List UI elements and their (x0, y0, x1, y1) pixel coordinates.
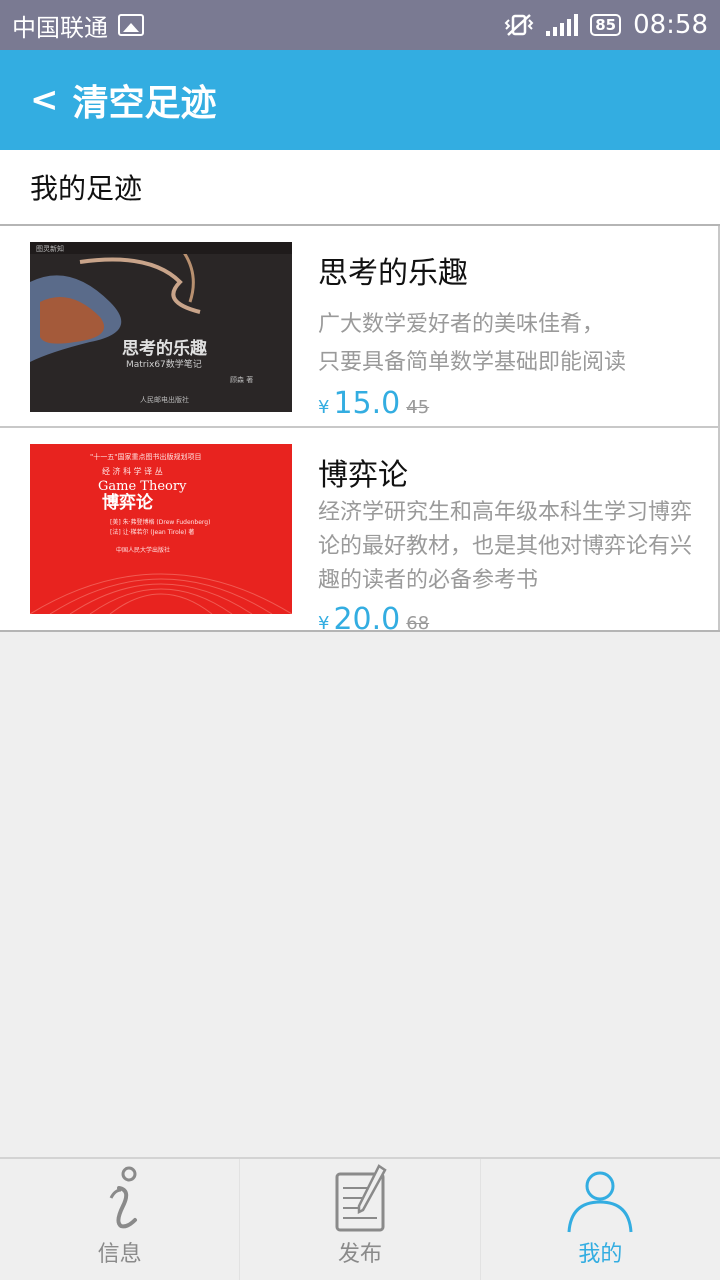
list-item[interactable]: 图灵新知 思考的乐趣 Matrix67数学笔记 顾森 著 人民邮电出版社 思考的… (0, 226, 720, 428)
book-cover-image: "十一五"国家重点图书出版规划项目 经 济 科 学 译 丛 Game Theor… (30, 444, 292, 614)
status-bar: 中国联通 85 08:58 (0, 0, 720, 50)
currency-symbol: ¥ (318, 397, 330, 418)
vibrate-icon (504, 14, 534, 36)
price-row: ¥ 20.0 68 (318, 602, 710, 637)
cover-title: 思考的乐趣 (122, 338, 208, 359)
bottom-tab-bar: 信息 发布 我的 (0, 1157, 720, 1280)
tab-info[interactable]: 信息 (0, 1159, 239, 1280)
list-item[interactable]: "十一五"国家重点图书出版规划项目 经 济 科 学 译 丛 Game Theor… (0, 428, 720, 637)
tab-publish[interactable]: 发布 (239, 1159, 479, 1280)
clear-history-title[interactable]: 清空足迹 (73, 74, 217, 126)
carrier-group: 中国联通 (12, 8, 144, 43)
book-description-line: 经济学研究生和高年级本科生学习博弈 (318, 500, 693, 525)
book-description-line: 广大数学爱好者的美味佳肴， (318, 312, 605, 337)
signal-icon (546, 14, 579, 36)
book-description-line: 只要具备简单数学基础即能阅读 (318, 350, 627, 375)
info-icon (109, 1166, 137, 1229)
current-price: 20.0 (333, 602, 401, 637)
book-title: 博弈论 (318, 458, 408, 493)
svg-text:中国人民大学出版社: 中国人民大学出版社 (116, 546, 170, 554)
profile-icon (567, 1171, 633, 1233)
tab-profile[interactable]: 我的 (479, 1159, 720, 1280)
tab-label: 信息 (97, 1242, 142, 1267)
item-info: 思考的乐趣 广大数学爱好者的美味佳肴， 只要具备简单数学基础即能阅读 ¥ 15.… (318, 248, 710, 421)
section-title: 我的足迹 (0, 150, 720, 226)
tab-label: 发布 (337, 1242, 382, 1267)
original-price: 68 (406, 613, 430, 634)
publish-icon (335, 1164, 387, 1232)
svg-text:图灵新知: 图灵新知 (36, 244, 64, 253)
original-price: 45 (406, 397, 430, 418)
battery-icon: 85 (590, 14, 622, 36)
carrier-name: 中国联通 (12, 13, 108, 42)
cover-subtitle: Matrix67数学笔记 (126, 358, 202, 370)
status-right: 85 08:58 (504, 10, 708, 40)
svg-text:[法] 让·梯若尔 (Jean Tirole) 著: [法] 让·梯若尔 (Jean Tirole) 著 (110, 528, 194, 536)
item-info: 博弈论 经济学研究生和高年级本科生学习博弈 论的最好教材，也是其他对博弈论有兴 … (318, 450, 710, 637)
back-button[interactable]: < (30, 80, 59, 120)
cover-title: 博弈论 (102, 492, 154, 513)
book-description-line: 趣的读者的必备参考书 (318, 568, 539, 593)
book-title: 思考的乐趣 (318, 256, 468, 291)
svg-text:"十一五"国家重点图书出版规划项目: "十一五"国家重点图书出版规划项目 (90, 452, 201, 461)
image-notification-icon (118, 14, 144, 36)
book-cover-image: 图灵新知 思考的乐趣 Matrix67数学笔记 顾森 著 人民邮电出版社 (30, 242, 292, 412)
svg-text:人民邮电出版社: 人民邮电出版社 (140, 395, 189, 404)
currency-symbol: ¥ (318, 613, 330, 634)
cover-series: 经 济 科 学 译 丛 (102, 466, 163, 476)
clock: 08:58 (633, 10, 708, 40)
current-price: 15.0 (333, 386, 401, 421)
title-bar: < 清空足迹 (0, 50, 720, 150)
cover-author: 顾森 著 (230, 375, 253, 384)
book-description-line: 论的最好教材，也是其他对博弈论有兴 (318, 534, 693, 559)
cover-english-title: Game Theory (98, 479, 187, 494)
history-list: 图灵新知 思考的乐趣 Matrix67数学笔记 顾森 著 人民邮电出版社 思考的… (0, 226, 720, 637)
tab-label: 我的 (578, 1242, 623, 1267)
svg-text:[美] 朱·弗登博格 (Drew Fudenberg): [美] 朱·弗登博格 (Drew Fudenberg) (110, 518, 210, 526)
price-row: ¥ 15.0 45 (318, 386, 710, 421)
